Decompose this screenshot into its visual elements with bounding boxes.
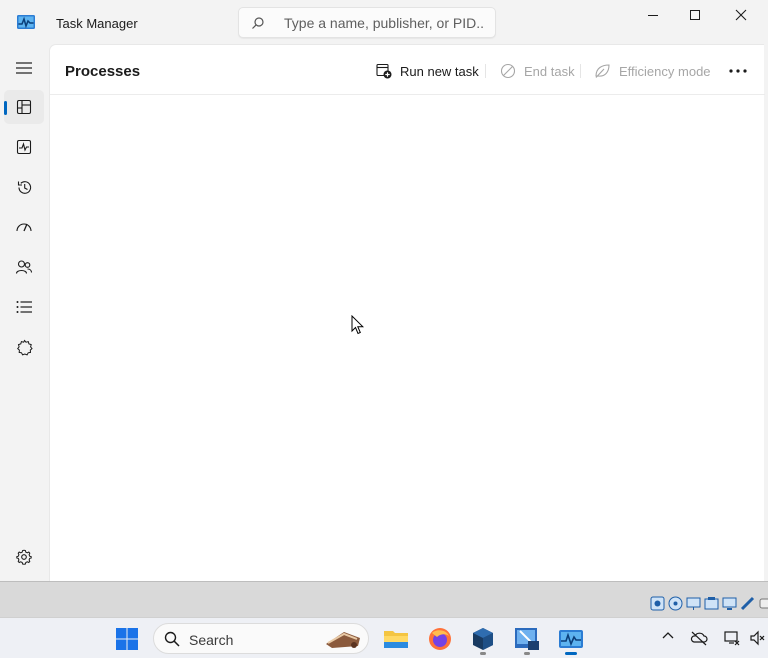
end-task-label: End task — [524, 63, 575, 79]
search-box[interactable] — [238, 7, 496, 38]
processes-icon — [16, 99, 32, 115]
nav-details[interactable] — [4, 290, 44, 324]
gear-icon — [16, 549, 32, 565]
display-icon[interactable] — [722, 596, 737, 611]
nav-startup-apps[interactable] — [4, 210, 44, 244]
task-manager-taskbar-button[interactable] — [554, 622, 588, 656]
close-button[interactable] — [718, 0, 764, 30]
maximize-button[interactable] — [672, 0, 718, 30]
services-icon — [16, 339, 33, 356]
task-manager-app-icon — [17, 15, 35, 29]
run-new-task-icon — [376, 63, 392, 79]
search-icon — [164, 631, 180, 647]
disk-icon[interactable] — [650, 596, 665, 611]
active-indicator — [565, 652, 577, 655]
app-history-icon — [17, 180, 31, 194]
virtualbox-icon — [473, 628, 493, 650]
nav-performance[interactable] — [4, 130, 44, 164]
minimize-icon — [648, 15, 658, 16]
search-highlight-icon — [326, 632, 360, 648]
command-separator — [485, 64, 486, 78]
close-icon — [735, 9, 747, 21]
shared-folder-icon[interactable] — [704, 596, 719, 611]
windows-logo-icon — [116, 628, 138, 650]
optical-drive-icon[interactable] — [668, 596, 683, 611]
more-icon — [729, 69, 747, 73]
running-indicator — [480, 652, 486, 655]
performance-icon — [16, 139, 32, 155]
efficiency-mode-button[interactable]: Efficiency mode — [594, 61, 711, 81]
command-separator — [580, 64, 581, 78]
run-new-task-label: Run new task — [400, 63, 479, 79]
nav-users[interactable] — [4, 250, 44, 284]
vm-status-bar — [650, 596, 768, 614]
usb-icon[interactable] — [758, 596, 768, 611]
task-manager-icon — [559, 630, 583, 648]
title-bar[interactable]: Task Manager — [0, 0, 768, 44]
network-adapter-icon[interactable] — [686, 596, 701, 611]
details-icon — [16, 301, 32, 313]
taskbar-search[interactable]: Search — [153, 623, 369, 654]
search-icon — [252, 17, 264, 29]
taskbar-search-label: Search — [189, 632, 234, 648]
processes-panel: Processes Run new task End task Efficien… — [49, 44, 765, 581]
users-icon — [15, 260, 33, 274]
onedrive-offline-icon[interactable] — [690, 630, 708, 646]
nav-app-history[interactable] — [4, 170, 44, 204]
volume-muted-icon[interactable] — [750, 630, 766, 646]
startup-apps-icon — [16, 223, 32, 232]
end-task-icon — [500, 63, 516, 79]
hamburger-menu-button[interactable] — [4, 51, 44, 85]
minimize-button[interactable] — [630, 0, 676, 30]
firefox-icon — [429, 628, 451, 650]
run-new-task-button[interactable]: Run new task — [376, 61, 479, 81]
mouse-cursor-icon — [351, 315, 365, 335]
task-manager-window: Task Manager Type a name, publisher, or … — [0, 0, 768, 582]
pen-icon[interactable] — [740, 596, 755, 611]
nav-processes[interactable] — [4, 90, 44, 124]
more-options-button[interactable] — [727, 62, 749, 80]
file-explorer-icon — [384, 631, 408, 648]
firefox-button[interactable] — [423, 622, 457, 656]
hamburger-icon — [16, 62, 32, 74]
command-bar: Processes Run new task End task Efficien… — [50, 45, 765, 95]
end-task-button[interactable]: End task — [500, 61, 575, 81]
virtualbox-button[interactable] — [466, 622, 500, 656]
efficiency-mode-label: Efficiency mode — [619, 63, 711, 79]
running-indicator — [524, 652, 530, 655]
taskbar: Search — [0, 617, 768, 658]
leaf-icon — [595, 64, 610, 78]
search-input[interactable] — [284, 14, 484, 32]
page-title: Processes — [65, 63, 141, 80]
start-button[interactable] — [110, 622, 144, 656]
network-icon[interactable] — [724, 630, 740, 646]
vmware-button[interactable] — [510, 622, 544, 656]
nav-settings[interactable] — [4, 540, 44, 574]
vmware-icon — [515, 628, 539, 650]
chevron-up-icon[interactable] — [662, 630, 674, 642]
maximize-icon — [690, 10, 700, 20]
nav-services[interactable] — [4, 330, 44, 364]
window-title: Task Manager — [56, 16, 138, 31]
file-explorer-button[interactable] — [379, 622, 413, 656]
